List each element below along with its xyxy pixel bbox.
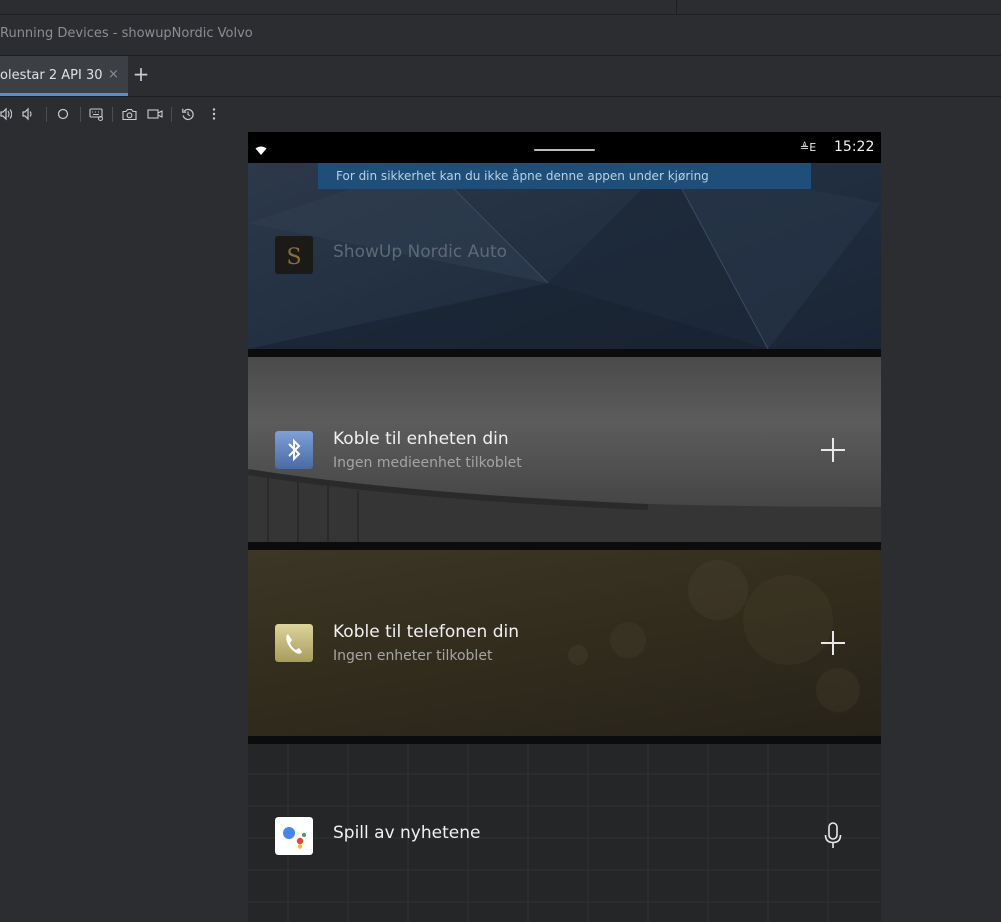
toolbar-separator xyxy=(80,107,81,122)
card-subtitle: Ingen medieenhet tilkoblet xyxy=(333,455,522,471)
banner-text: For din sikkerhet kan du ikke åpne denne… xyxy=(336,169,709,183)
card-divider xyxy=(248,542,881,550)
notification-handle[interactable] xyxy=(534,149,595,151)
toolbar-separator xyxy=(171,107,172,122)
card-subtitle: Ingen enheter tilkoblet xyxy=(333,648,493,664)
tool-window-header: Running Devices - showupNordic Volvo xyxy=(0,15,1001,56)
top-strip xyxy=(0,0,1001,15)
card-connect-media-device[interactable]: Koble til enheten din Ingen medieenhet t… xyxy=(248,357,881,542)
top-strip-divider xyxy=(676,0,677,14)
card-title: Koble til enheten din xyxy=(333,429,509,449)
card-background-bridge xyxy=(248,469,881,542)
keyboard-icon[interactable] xyxy=(88,106,104,122)
svg-text:S: S xyxy=(286,245,301,270)
more-icon[interactable] xyxy=(205,106,223,122)
volume-down-icon[interactable] xyxy=(20,106,36,122)
bluetooth-icon xyxy=(275,431,313,469)
card-background-bokeh xyxy=(568,560,860,712)
driving-restriction-banner: For din sikkerhet kan du ikke åpne denne… xyxy=(318,163,811,189)
add-tab-button[interactable]: + xyxy=(132,62,150,86)
status-bar: ≜E 15:22 xyxy=(248,132,881,163)
card-showup-app[interactable]: For din sikkerhet kan du ikke åpne denne… xyxy=(248,163,881,349)
add-icon[interactable] xyxy=(821,631,845,655)
tab-device-label: olestar 2 API 30 xyxy=(0,68,103,83)
add-icon[interactable] xyxy=(821,438,845,462)
card-title: Spill av nyhetene xyxy=(333,823,481,843)
google-assistant-icon xyxy=(275,817,313,855)
signal-indicator: ≜E xyxy=(800,141,817,154)
card-connect-phone[interactable]: Koble til telefonen din Ingen enheter ti… xyxy=(248,550,881,736)
toolbar-separator xyxy=(46,107,47,122)
tab-close-icon[interactable]: × xyxy=(108,67,119,82)
card-play-news[interactable]: Spill av nyhetene xyxy=(248,744,881,922)
device-screen[interactable]: ≜E 15:22 For din sikkerhet kan du ikke å… xyxy=(248,132,881,922)
phone-icon xyxy=(275,624,313,662)
card-divider xyxy=(248,349,881,357)
volume-up-icon[interactable] xyxy=(0,106,12,122)
toolbar-separator xyxy=(112,107,113,122)
rotate-icon[interactable] xyxy=(179,106,197,122)
camera-icon[interactable] xyxy=(120,106,138,122)
card-divider xyxy=(248,736,881,744)
power-icon[interactable] xyxy=(55,106,71,122)
tab-device[interactable]: olestar 2 API 30 × xyxy=(0,56,128,96)
microphone-icon[interactable] xyxy=(824,822,842,854)
card-title: ShowUp Nordic Auto xyxy=(333,242,508,262)
card-title: Koble til telefonen din xyxy=(333,622,519,642)
wifi-icon xyxy=(255,141,267,160)
status-time: 15:22 xyxy=(834,139,875,155)
tool-window-title: Running Devices - showupNordic Volvo xyxy=(0,26,253,41)
device-tab-bar: olestar 2 API 30 × + xyxy=(0,56,1001,97)
device-toolbar xyxy=(0,97,1001,131)
video-icon[interactable] xyxy=(146,106,164,122)
showup-app-icon: S xyxy=(275,236,313,274)
